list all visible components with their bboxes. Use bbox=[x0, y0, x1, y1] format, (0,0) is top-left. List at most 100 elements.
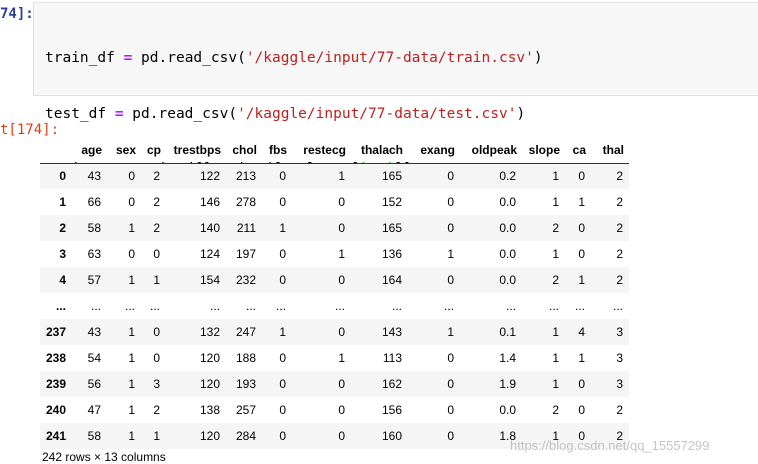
table-cell: 257 bbox=[235, 403, 256, 417]
table-cell: 0 bbox=[279, 195, 286, 209]
table-cell: 2 bbox=[153, 195, 160, 209]
table-cell: 2 bbox=[616, 221, 623, 235]
table-cell: 122 bbox=[199, 169, 220, 184]
table-cell: 0 bbox=[447, 169, 454, 184]
table-row: 3 63 0 0 124 197 0 1 136 1 0.0 1 0 2 bbox=[40, 241, 629, 267]
table-cell: 213 bbox=[235, 169, 256, 184]
table-cell: 1.9 bbox=[499, 377, 516, 391]
table-cell: 2 bbox=[616, 195, 623, 209]
table-cell: 154 bbox=[199, 273, 220, 287]
table-cell: 2 bbox=[616, 247, 623, 261]
table-cell: 0.0 bbox=[499, 403, 516, 417]
table-cell: 0 bbox=[338, 273, 345, 287]
row-index: 2 bbox=[59, 221, 66, 235]
table-cell: ... bbox=[334, 299, 345, 313]
table-cell: 1 bbox=[128, 273, 135, 287]
table-cell: 165 bbox=[381, 169, 402, 184]
table-cell: 1 bbox=[279, 221, 286, 235]
table-cell: 136 bbox=[381, 247, 402, 261]
table-cell: 2 bbox=[153, 169, 160, 184]
table-cell: 3 bbox=[616, 351, 623, 365]
table-cell: 0 bbox=[279, 377, 286, 391]
table-body: 0 43 0 2 122 213 0 1 165 0 0.2 1 0 2 1 66 0 2 146 278 0 0 152 0… bbox=[40, 163, 629, 449]
column-header: age bbox=[74, 137, 107, 164]
table-cell: 1 bbox=[338, 247, 345, 261]
table-cell: 2 bbox=[153, 403, 160, 417]
table-row: 237 43 1 0 132 247 1 0 143 1 0.1 1 4 3 bbox=[40, 319, 629, 345]
table-cell: 140 bbox=[199, 221, 220, 235]
table-cell: 146 bbox=[199, 195, 220, 209]
table-cell: 2 bbox=[552, 273, 559, 287]
table-cell: 0 bbox=[279, 403, 286, 417]
table-cell: 0 bbox=[338, 221, 345, 235]
table-cell: 63 bbox=[87, 247, 101, 261]
watermark-text: https://blog.csdn.net/qq_15557299 bbox=[510, 438, 710, 453]
table-cell: 0.0 bbox=[499, 195, 516, 209]
column-header: thal bbox=[591, 137, 629, 164]
table-cell: ... bbox=[505, 299, 516, 313]
table-cell: 0 bbox=[578, 221, 585, 235]
code-token: pd.read_csv( bbox=[123, 105, 238, 122]
table-cell: 3 bbox=[153, 377, 160, 391]
table-cell: 2 bbox=[552, 221, 559, 235]
table-cell: 0 bbox=[338, 377, 345, 391]
table-cell: 188 bbox=[235, 351, 256, 365]
column-header: trestbps bbox=[166, 137, 226, 164]
code-token: '/kaggle/input/77-data/test.csv' bbox=[237, 105, 517, 122]
table-cell: 124 bbox=[199, 247, 220, 261]
table-cell: ... bbox=[90, 299, 101, 313]
column-header: cp bbox=[141, 137, 166, 164]
table-cell: 0.0 bbox=[499, 221, 516, 235]
table-cell: 3 bbox=[616, 377, 623, 391]
table-cell: 0 bbox=[338, 195, 345, 209]
table-cell: 2 bbox=[616, 169, 623, 184]
table-cell: 162 bbox=[381, 377, 402, 391]
table-cell: 143 bbox=[381, 325, 402, 339]
table-cell: 138 bbox=[199, 403, 220, 417]
table-cell: 66 bbox=[87, 195, 101, 209]
table-cell: 1 bbox=[552, 325, 559, 339]
table-row: ........................................… bbox=[40, 293, 629, 319]
table-cell: 193 bbox=[235, 377, 256, 391]
table-cell: ... bbox=[209, 299, 220, 313]
table-cell: 47 bbox=[87, 403, 101, 417]
table-cell: 0 bbox=[578, 403, 585, 417]
table-cell: 0 bbox=[338, 429, 345, 443]
table-cell: 3 bbox=[616, 325, 623, 339]
table-cell: 160 bbox=[381, 429, 402, 443]
table-cell: 0 bbox=[447, 377, 454, 391]
row-index: 1 bbox=[59, 195, 66, 209]
table-cell: 1 bbox=[128, 403, 135, 417]
table-cell: 0 bbox=[447, 351, 454, 365]
code-cell[interactable]: train_df = pd.read_csv('/kaggle/input/77… bbox=[33, 2, 758, 233]
table-cell: ... bbox=[124, 299, 135, 313]
code-token: '/kaggle/input/77-data/train.csv' bbox=[245, 50, 534, 66]
input-prompt: 74]: bbox=[0, 6, 34, 22]
table-cell: 0.0 bbox=[499, 273, 516, 287]
table-cell: 1 bbox=[552, 351, 559, 365]
table-row: 1 66 0 2 146 278 0 0 152 0 0.0 1 1 2 bbox=[40, 189, 629, 215]
table-header-row: age sex cp trestbps chol fbs restecg tha… bbox=[40, 137, 629, 164]
table-cell: 0 bbox=[279, 247, 286, 261]
table-cell: 1 bbox=[128, 325, 135, 339]
code-token: train_df bbox=[45, 50, 124, 66]
table-cell: 2 bbox=[552, 403, 559, 417]
table-cell: 132 bbox=[199, 325, 220, 339]
table-cell: ... bbox=[245, 299, 256, 313]
table-cell: 284 bbox=[235, 429, 256, 443]
code-line-1: train_df = pd.read_csv('/kaggle/input/77… bbox=[45, 49, 543, 68]
table-cell: 0 bbox=[578, 377, 585, 391]
table-cell: 0 bbox=[338, 325, 345, 339]
table-cell: 120 bbox=[199, 377, 220, 391]
table-cell: 4 bbox=[578, 325, 585, 339]
table-cell: 1.4 bbox=[499, 351, 516, 365]
table-cell: 120 bbox=[199, 429, 220, 443]
shape-note: 242 rows × 13 columns bbox=[42, 450, 166, 464]
table-cell: 211 bbox=[236, 221, 256, 235]
table-cell: 0.2 bbox=[499, 169, 516, 184]
index-header bbox=[40, 137, 74, 164]
table-cell: ... bbox=[149, 299, 160, 313]
table-cell: 1 bbox=[578, 273, 585, 287]
row-index: 238 bbox=[45, 351, 66, 365]
table-cell: 0 bbox=[128, 247, 135, 261]
